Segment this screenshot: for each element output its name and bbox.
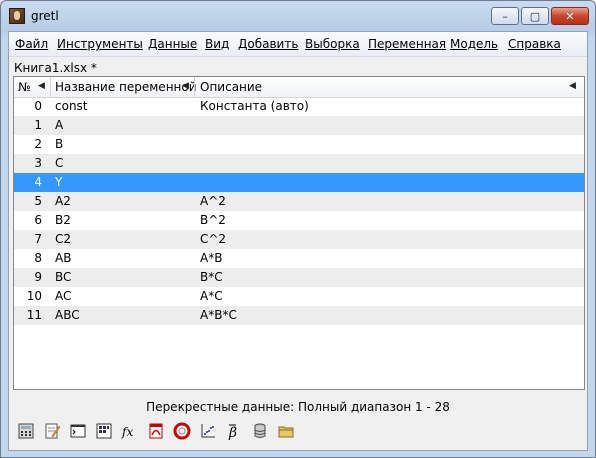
row-number: 1 — [34, 118, 42, 132]
pdf-icon[interactable] — [145, 420, 167, 442]
table-row[interactable]: 8 AB A*B — [14, 249, 584, 268]
header-no[interactable]: № — [18, 80, 30, 94]
menu-view[interactable]: Вид — [205, 37, 229, 51]
row-number: 6 — [34, 213, 42, 227]
database-icon[interactable] — [249, 420, 271, 442]
menu-data[interactable]: Данные — [148, 37, 197, 51]
column-divider[interactable] — [194, 77, 195, 97]
help-icon[interactable] — [171, 420, 193, 442]
table-row[interactable]: 1A — [14, 116, 584, 135]
variable-name: const — [55, 99, 88, 113]
variable-name: BC — [55, 270, 72, 284]
table-row[interactable]: 5 A2 A^2 — [14, 192, 584, 211]
table-row[interactable]: 7 C2 C^2 — [14, 230, 584, 249]
menu-help[interactable]: Справка — [508, 37, 561, 51]
session-icon[interactable] — [93, 420, 115, 442]
toolbar: fx β — [15, 420, 297, 444]
variable-description: A*B — [200, 251, 223, 265]
dataset-filename: Книга1.xlsx * — [14, 61, 97, 75]
variable-description: C^2 — [200, 232, 227, 246]
variable-name: C — [55, 156, 64, 170]
title-bar[interactable]: gretl – ▢ ✕ — [1, 1, 595, 31]
folder-icon[interactable] — [275, 420, 297, 442]
table-row[interactable]: 2B — [14, 135, 584, 154]
menu-add[interactable]: Добавить — [238, 37, 298, 51]
table-header: № ◀ Название переменной ◀ Описание ◀ — [14, 77, 584, 98]
table-row[interactable]: 10 AC A*C — [14, 287, 584, 306]
table-row[interactable]: 9 BC B*C — [14, 268, 584, 287]
svg-text:fx: fx — [121, 425, 133, 439]
window-title: gretl — [31, 9, 59, 23]
variable-name: C2 — [55, 232, 72, 246]
table-row[interactable]: 0 const Константа (авто) — [14, 97, 584, 116]
sort-arrow-icon[interactable]: ◀ — [182, 81, 189, 91]
row-number: 0 — [34, 99, 42, 113]
variable-description: B*C — [200, 270, 223, 284]
variable-name: A2 — [55, 194, 71, 208]
main-panel: Файл Инструменты Данные Вид Добавить Выб… — [8, 31, 588, 451]
app-window: gretl – ▢ ✕ Файл Инструменты Данные Вид … — [0, 0, 596, 458]
calculator-icon[interactable] — [15, 420, 37, 442]
variable-name: Y — [55, 175, 63, 189]
row-number: 9 — [34, 270, 42, 284]
variable-description: A^2 — [200, 194, 226, 208]
table-row[interactable]: 3C — [14, 154, 584, 173]
status-bar: Перекрестные данные: Полный диапазон 1 -… — [146, 400, 450, 414]
header-name[interactable]: Название переменной — [55, 80, 197, 94]
row-number: 7 — [34, 232, 42, 246]
variable-name: AC — [55, 289, 72, 303]
scatter-icon[interactable] — [197, 420, 219, 442]
table-row[interactable]: 4Y — [14, 173, 584, 192]
terminal-icon[interactable] — [67, 420, 89, 442]
table-row[interactable]: 11 ABC A*B*C — [14, 306, 584, 325]
sort-arrow-icon[interactable]: ◀ — [569, 81, 576, 91]
row-number: 5 — [34, 194, 42, 208]
row-number: 2 — [34, 137, 42, 151]
column-divider[interactable] — [50, 77, 51, 97]
menu-tools[interactable]: Инструменты — [57, 37, 143, 51]
svg-text:β: β — [228, 425, 237, 440]
menu-file[interactable]: Файл — [15, 37, 48, 51]
variable-name: B2 — [55, 213, 71, 227]
maximize-button[interactable]: ▢ — [521, 7, 549, 25]
menu-model[interactable]: Модель — [450, 37, 498, 51]
row-number: 11 — [26, 308, 42, 322]
variable-name: A — [55, 118, 64, 132]
row-number: 8 — [34, 251, 42, 265]
menu-sample[interactable]: Выборка — [305, 37, 360, 51]
minimize-button[interactable]: – — [491, 7, 519, 25]
notepad-icon[interactable] — [41, 420, 63, 442]
variable-description: B^2 — [200, 213, 226, 227]
sort-arrow-icon[interactable]: ◀ — [38, 81, 45, 91]
variable-description: A*C — [200, 289, 223, 303]
beta-icon[interactable]: β — [223, 420, 245, 442]
variable-name: ABC — [55, 308, 80, 322]
variable-name: B — [55, 137, 64, 151]
menu-variable[interactable]: Переменная — [368, 37, 446, 51]
table-row[interactable]: 6 B2 B^2 — [14, 211, 584, 230]
menu-bar: Файл Инструменты Данные Вид Добавить Выб… — [9, 32, 587, 57]
header-description[interactable]: Описание — [200, 80, 262, 94]
variable-description: A*B*C — [200, 308, 237, 322]
close-button[interactable]: ✕ — [551, 7, 589, 25]
variable-description: Константа (авто) — [200, 99, 309, 113]
row-number: 3 — [34, 156, 42, 170]
row-number: 4 — [34, 175, 42, 189]
row-number: 10 — [26, 289, 42, 303]
variable-name: AB — [55, 251, 72, 265]
variable-table[interactable]: № ◀ Название переменной ◀ Описание ◀ 0 co… — [13, 76, 585, 390]
gretl-app-icon — [9, 8, 25, 24]
function-icon[interactable]: fx — [119, 420, 141, 442]
